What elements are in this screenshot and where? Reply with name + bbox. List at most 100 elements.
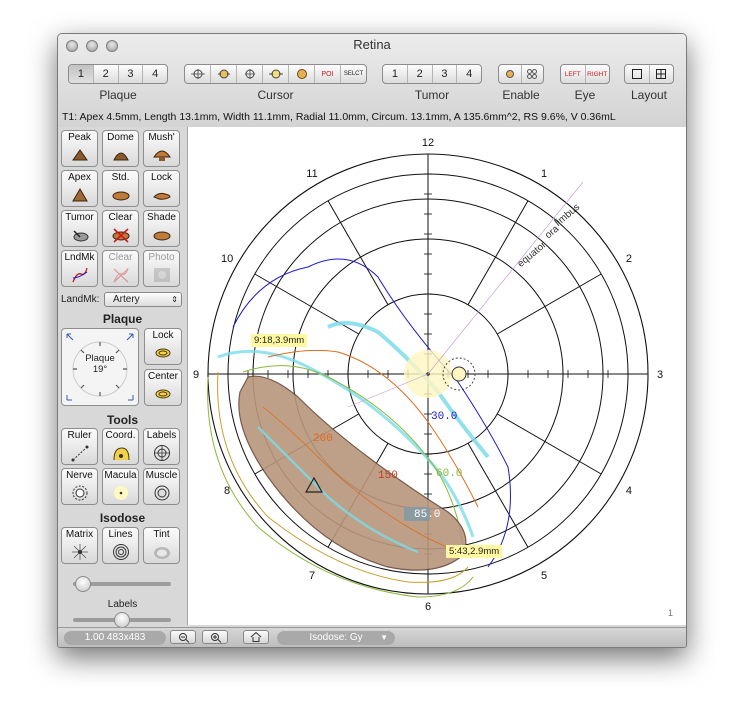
enable-selector[interactable]	[498, 64, 544, 84]
dial-angle: 19°	[92, 364, 108, 375]
plaque-group-label: Plaque	[99, 88, 137, 102]
eye-left-button[interactable]: LEFT	[561, 65, 586, 83]
standard-button[interactable]: Std.	[102, 170, 139, 207]
apex-icon	[72, 188, 88, 202]
retina-map-canvas[interactable]: 12 1 2 3 4 5 6 7 8 9 10 11 limbus ora equator 30.0 60.0 1…	[187, 127, 686, 625]
lines-icon	[113, 544, 129, 560]
peak-button[interactable]: Peak	[61, 130, 98, 167]
zoom-in-icon	[211, 633, 222, 643]
shade-icon	[153, 231, 171, 241]
clear-tumor-button[interactable]: Clear	[102, 210, 139, 247]
cursor-poi-icon[interactable]: POI	[315, 65, 341, 83]
lines-button[interactable]: Lines	[102, 527, 139, 564]
limbus-label: limbus	[553, 202, 582, 229]
cursor-macula-icon[interactable]	[263, 65, 289, 83]
tumor-option-1[interactable]: 1	[383, 65, 408, 83]
window-title: Retina	[353, 37, 391, 52]
nerve-button[interactable]: Nerve	[61, 468, 98, 505]
enable-group-label: Enable	[502, 88, 540, 102]
matrix-button[interactable]: Matrix	[61, 527, 98, 564]
eye-right-button[interactable]: RIGHT	[586, 65, 610, 83]
eye-group-label: Eye	[574, 88, 596, 102]
clock-label-2: 2	[626, 253, 632, 265]
clock-label-12: 12	[422, 137, 434, 149]
clock-label-3: 3	[657, 369, 663, 381]
plaque-option-2[interactable]: 2	[94, 65, 119, 83]
cursor-rotate-icon[interactable]	[211, 65, 237, 83]
labels-slider-label: Labels	[107, 599, 138, 610]
macula-button[interactable]: Macula	[102, 468, 139, 505]
clock-meridian-2	[497, 273, 602, 335]
clock-label-11: 11	[306, 168, 317, 180]
layout-single-icon[interactable]	[625, 65, 650, 83]
coordinate-button[interactable]: Coord.	[102, 428, 139, 465]
plaque-option-1[interactable]: 1	[69, 65, 94, 83]
isodose-units-menu[interactable]: Isodose: Gy ▼	[277, 631, 395, 645]
clock-meridian-5	[467, 443, 529, 548]
ruler-button[interactable]: Ruler	[61, 428, 98, 465]
zoom-out-button[interactable]	[170, 630, 196, 644]
muscle-icon	[154, 485, 170, 501]
plaque-center-button[interactable]: Center	[144, 369, 182, 406]
plaque-selector[interactable]: 1 2 3 4	[68, 64, 168, 84]
plaque-lock-button[interactable]: Lock	[144, 328, 182, 365]
enable-multi-icon[interactable]	[522, 65, 544, 83]
labels-icon	[154, 445, 170, 461]
tumor-option-2[interactable]: 2	[408, 65, 433, 83]
clear-landmark-button[interactable]: Clear	[102, 250, 139, 287]
cursor-plaque-icon[interactable]	[289, 65, 315, 83]
layout-grid-icon[interactable]	[650, 65, 674, 83]
tumor-icon	[73, 230, 89, 242]
clock-meridian-1	[467, 200, 529, 305]
zoom-out-icon	[179, 633, 190, 643]
plaque-rotation-dial[interactable]: Plaque 19°	[61, 328, 139, 406]
home-button[interactable]	[243, 630, 269, 644]
zoom-in-button[interactable]	[202, 630, 228, 644]
landmark-select[interactable]: Artery ⇕	[104, 292, 182, 307]
plaque-option-4[interactable]: 4	[143, 65, 167, 83]
cursor-selector[interactable]: POI SELCT	[184, 64, 367, 84]
cursor-nerve-icon[interactable]	[237, 65, 263, 83]
layout-group-label: Layout	[630, 88, 668, 102]
apex-button[interactable]: Apex	[61, 170, 98, 207]
tumor-option-3[interactable]: 3	[433, 65, 458, 83]
shade-button[interactable]: Shade	[143, 210, 180, 247]
layout-selector[interactable]	[624, 64, 674, 84]
clear-landmark-icon	[113, 267, 129, 283]
clock-label-5: 5	[541, 570, 547, 582]
photo-icon	[154, 268, 170, 282]
equator-label: equator	[516, 239, 550, 270]
photo-button[interactable]: Photo	[143, 250, 180, 287]
mushroom-button[interactable]: Mush'	[143, 130, 180, 167]
dropdown-arrow-icon: ▼	[380, 633, 388, 642]
optic-disc[interactable]	[451, 366, 467, 382]
cursor-select-icon[interactable]: SELCT	[341, 65, 366, 83]
retina-map[interactable]: 121234567891011limbusoraequator30.060.01…	[188, 127, 686, 625]
tumor-selector[interactable]: 1 2 3 4	[382, 64, 482, 84]
landmark-button[interactable]: LndMk	[61, 250, 98, 287]
dome-button[interactable]: Dome	[102, 130, 139, 167]
clock-label-8: 8	[224, 485, 230, 497]
lock-tumor-button[interactable]: Lock	[143, 170, 180, 207]
page-number: 1	[668, 608, 674, 618]
tumor-button[interactable]: Tumor	[61, 210, 98, 247]
zoom-info: 1.00 483x483	[64, 631, 166, 645]
cursor-group-label: Cursor	[257, 88, 294, 102]
plaque-option-3[interactable]: 3	[119, 65, 144, 83]
ruler-icon	[71, 445, 89, 462]
isodose-slider-knob[interactable]	[74, 576, 91, 592]
dome-plaque-icon	[113, 152, 129, 161]
cursor-move-icon[interactable]	[185, 65, 211, 83]
tumor-option-4[interactable]: 4	[457, 65, 481, 83]
tools-section-title: Tools	[106, 413, 139, 427]
tint-button[interactable]: Tint	[143, 527, 180, 564]
mushroom-plaque-icon	[153, 150, 171, 161]
muscle-button[interactable]: Muscle	[143, 468, 180, 505]
enable-single-icon[interactable]	[499, 65, 522, 83]
eye-selector[interactable]: LEFT RIGHT	[560, 64, 610, 84]
isodose-label-85.0: 85.0	[414, 509, 440, 521]
labels-button[interactable]: Labels	[143, 428, 180, 465]
bottom-bar: 1.00 483x483 Isodose: Gy ▼	[58, 627, 686, 647]
labels-slider-knob[interactable]	[114, 612, 130, 628]
clock-label-6: 6	[425, 601, 431, 613]
